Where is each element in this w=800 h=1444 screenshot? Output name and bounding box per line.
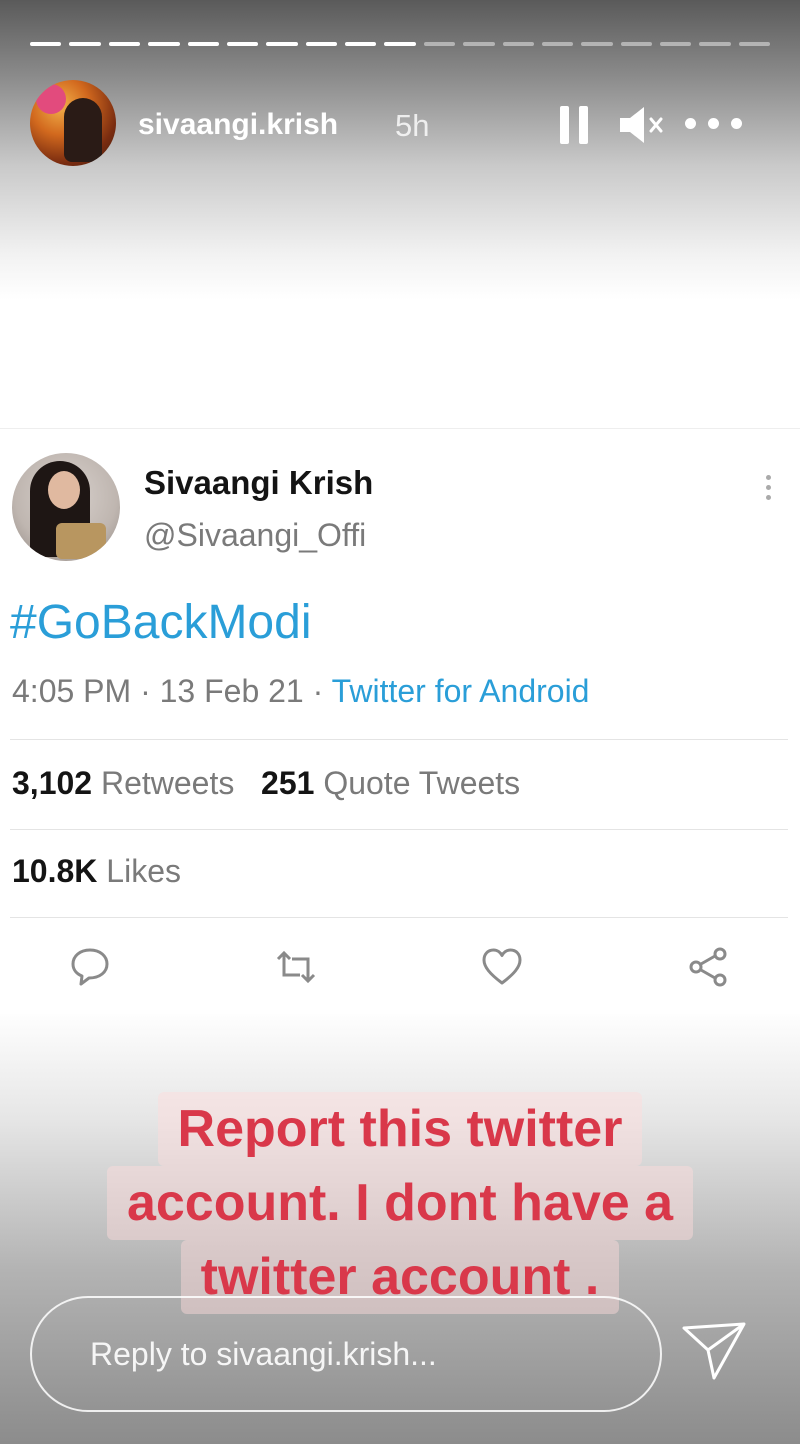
divider xyxy=(10,829,788,830)
reply-input[interactable]: Reply to sivaangi.krish... xyxy=(30,1296,662,1412)
send-icon[interactable] xyxy=(680,1318,750,1384)
progress-segment xyxy=(30,42,62,46)
tweet-timestamp: 4:05 PM · 13 Feb 21 · xyxy=(12,673,332,709)
avatar-decoration xyxy=(36,84,66,114)
pause-icon[interactable] xyxy=(560,106,588,144)
tweet-meta: 4:05 PM · 13 Feb 21 · Twitter for Androi… xyxy=(12,673,589,710)
progress-segment xyxy=(266,42,298,46)
tweet-card: Sivaangi Krish @Sivaangi_Offi #GoBackMod… xyxy=(0,428,800,1014)
progress-segment xyxy=(108,42,141,46)
tweet-author-handle[interactable]: @Sivaangi_Offi xyxy=(144,517,366,554)
likes-count: 10.8K xyxy=(12,853,98,889)
progress-segment xyxy=(502,42,534,46)
reply-placeholder: Reply to sivaangi.krish... xyxy=(90,1336,437,1372)
quotes-label[interactable]: Quote Tweets xyxy=(314,765,520,801)
avatar-gift xyxy=(56,523,106,559)
caption-line: Report this twitter xyxy=(157,1092,643,1166)
caption-line: account. I dont have a xyxy=(106,1166,694,1240)
retweet-icon[interactable] xyxy=(274,945,318,989)
mute-icon[interactable] xyxy=(618,104,666,146)
progress-segment xyxy=(541,42,574,46)
progress-segment xyxy=(738,42,771,46)
progress-segment xyxy=(699,42,731,46)
more-icon[interactable] xyxy=(685,118,745,132)
story-caption: Report this twitter account. I dont have… xyxy=(60,1092,740,1314)
quotes-count: 251 xyxy=(261,765,315,801)
like-icon[interactable] xyxy=(480,945,524,989)
likes-label[interactable]: Likes xyxy=(97,853,181,889)
progress-segment xyxy=(148,42,180,46)
tweet-stats: 3,102 Retweets 251 Quote Tweets xyxy=(12,765,520,802)
story-progress-bar xyxy=(30,42,771,48)
story-time: 5h xyxy=(395,108,430,143)
tweet-source[interactable]: Twitter for Android xyxy=(332,673,590,709)
progress-segment xyxy=(660,42,692,46)
retweets-label[interactable]: Retweets xyxy=(92,765,234,801)
progress-segment xyxy=(463,42,495,46)
reply-icon[interactable] xyxy=(68,945,112,989)
progress-segment xyxy=(345,42,377,46)
story-username[interactable]: sivaangi.krish xyxy=(138,108,338,142)
avatar-figure xyxy=(64,98,102,162)
progress-segment xyxy=(69,42,101,46)
retweets-count: 3,102 xyxy=(12,765,93,801)
progress-segment xyxy=(305,42,337,46)
story-header: sivaangi.krish 5h xyxy=(30,80,770,170)
progress-segment xyxy=(384,42,416,46)
progress-segment xyxy=(581,42,613,46)
tweet-likes: 10.8K Likes xyxy=(12,853,181,890)
tweet-menu-icon[interactable] xyxy=(764,473,774,503)
progress-segment xyxy=(226,42,259,46)
divider xyxy=(10,739,788,740)
progress-segment xyxy=(423,42,456,46)
story-avatar[interactable] xyxy=(30,80,116,166)
avatar-face xyxy=(48,471,80,509)
share-icon[interactable] xyxy=(686,945,730,989)
divider xyxy=(10,917,788,918)
progress-segment xyxy=(187,42,219,46)
tweet-avatar[interactable] xyxy=(12,453,120,561)
progress-segment xyxy=(620,42,652,46)
tweet-author-name[interactable]: Sivaangi Krish xyxy=(144,464,373,502)
tweet-hashtag[interactable]: #GoBackModi xyxy=(10,595,311,650)
